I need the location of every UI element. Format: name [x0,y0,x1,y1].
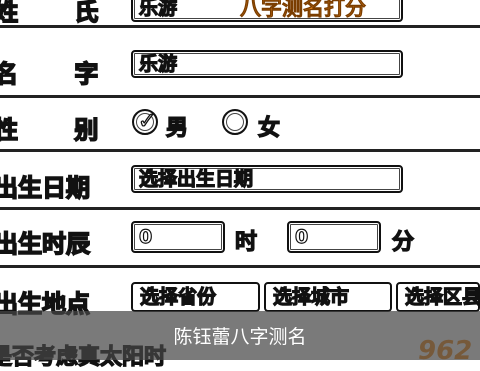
birth-date-label: 出生日期 [0,173,91,203]
minute-unit: 分 [391,229,415,255]
name-input[interactable]: 乐游 [131,50,403,78]
gender-male-radio[interactable]: ✓ [132,108,158,135]
row-divider [0,265,480,268]
gender-label: 性 别 [0,115,123,145]
video-caption: 陈钰蕾八字测名 [173,326,307,348]
gender-female-radio[interactable] [222,109,248,135]
banner-title: 八字测名打分 [240,0,367,20]
district-select[interactable]: 选择区县 [396,282,480,312]
birth-date-input[interactable]: 选择出生日期 [131,165,403,193]
surname-label: 姓 氏 [0,0,123,27]
row-divider [0,149,480,152]
name-label: 名 字 [0,59,123,89]
check-icon: ✓ [137,108,157,134]
city-select[interactable]: 选择城市 [264,282,392,312]
row-divider [0,95,480,98]
minute-input[interactable]: 0 [287,221,381,253]
gender-male-label[interactable]: 男 [165,110,188,142]
province-select[interactable]: 选择省份 [131,282,260,312]
row-divider [0,207,480,210]
gender-female-label[interactable]: 女 [257,110,280,142]
hour-input[interactable]: 0 [131,221,225,253]
birth-time-label: 出生时辰 [0,229,91,259]
hour-unit: 时 [234,229,258,255]
